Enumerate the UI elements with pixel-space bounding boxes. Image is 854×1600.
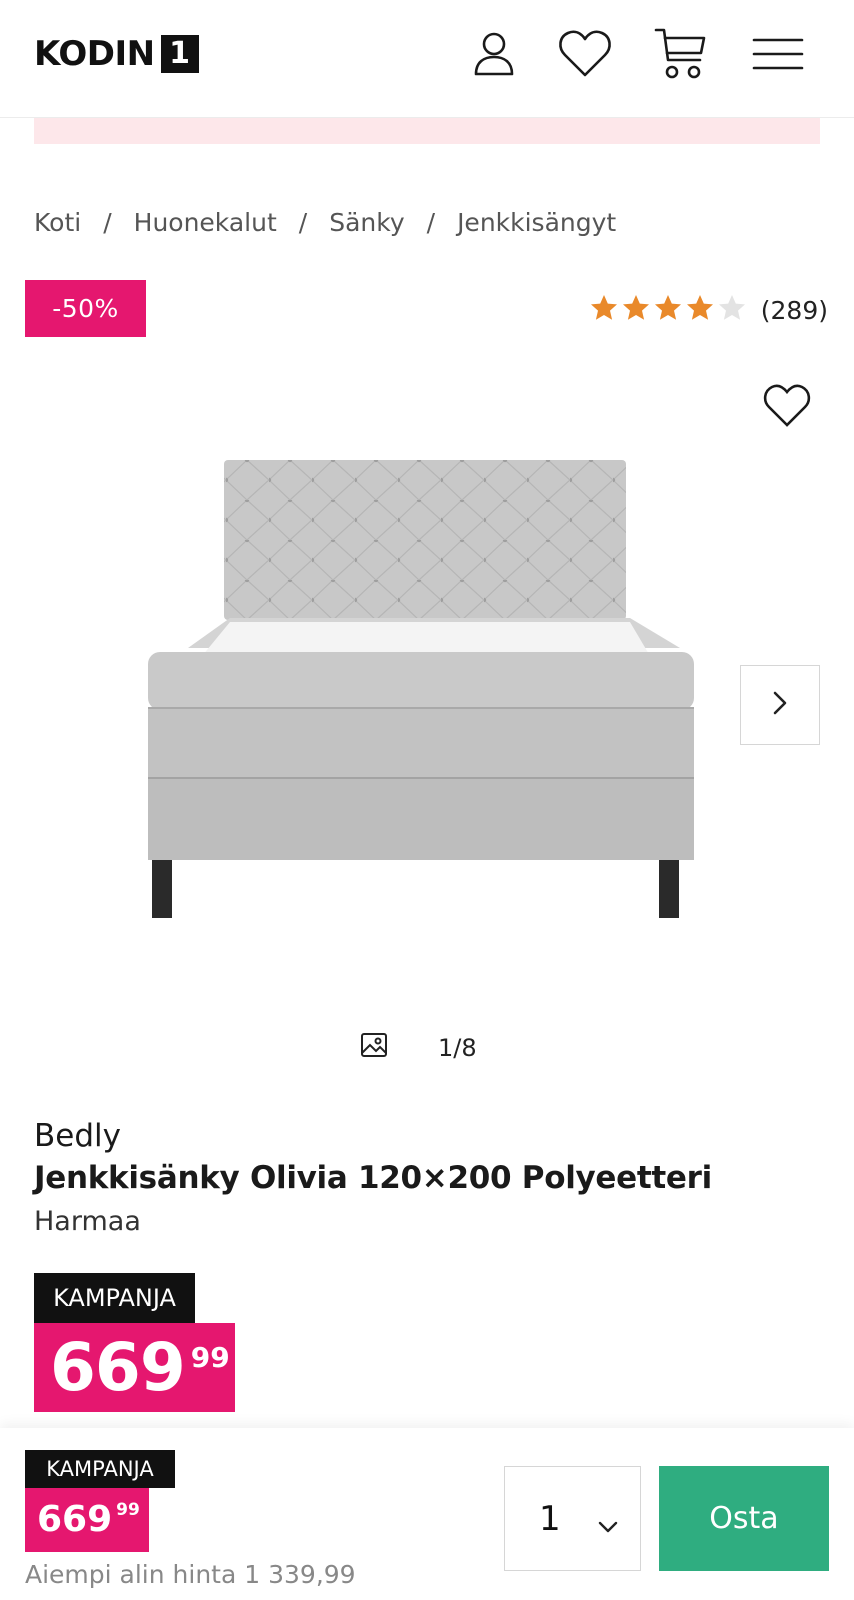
heart-icon	[557, 29, 613, 83]
quantity-value: 1	[539, 1498, 561, 1539]
price-box: 669 99	[34, 1323, 235, 1412]
rating[interactable]: (289)	[589, 290, 828, 330]
sticky-price-box: 669 99	[25, 1488, 149, 1552]
promo-strip[interactable]	[34, 118, 820, 144]
image-counter: 1/8	[360, 1030, 477, 1066]
logo-text: KODIN	[34, 34, 155, 74]
cart-button[interactable]	[652, 28, 708, 84]
breadcrumb: Koti / Huonekalut / Sänky / Jenkkisängyt	[34, 204, 616, 240]
breadcrumb-separator: /	[426, 207, 436, 237]
heart-icon	[761, 383, 813, 433]
sticky-price-decimals: 99	[116, 1500, 140, 1520]
sticky-buy-bar: KAMPANJA 669 99 Aiempi alin hinta 1 339,…	[0, 1428, 854, 1600]
product-title: Jenkkisänky Olivia 120×200 Polyeetteri	[34, 1160, 712, 1196]
chevron-right-icon	[768, 688, 792, 722]
sticky-price-main: 669	[37, 1499, 113, 1540]
breadcrumb-item-jenkkisangyt[interactable]: Jenkkisängyt	[457, 208, 616, 237]
wishlist-button[interactable]	[557, 28, 613, 84]
lowest-price-note: Aiempi alin hinta 1 339,99	[25, 1560, 356, 1589]
quantity-select[interactable]: 1	[504, 1466, 641, 1571]
logo-box: 1	[160, 35, 199, 73]
price-decimals: 99	[190, 1341, 230, 1374]
account-button[interactable]	[466, 28, 522, 84]
next-image-button[interactable]	[740, 665, 820, 745]
product-page: KODIN 1 Koti / Huonekalut / Sänky / Jenk…	[0, 0, 854, 1600]
logo[interactable]: KODIN 1	[34, 34, 199, 74]
product-image[interactable]	[140, 460, 720, 940]
star-empty-icon	[717, 293, 747, 327]
breadcrumb-separator: /	[103, 207, 112, 237]
site-header: KODIN 1	[0, 0, 854, 118]
add-to-wishlist-button[interactable]	[756, 380, 818, 436]
cart-icon	[652, 26, 708, 86]
product-brand[interactable]: Bedly	[34, 1118, 121, 1154]
image-counter-text: 1/8	[438, 1034, 477, 1062]
rating-stars	[589, 293, 747, 327]
menu-button[interactable]	[750, 28, 806, 84]
breadcrumb-item-sanky[interactable]: Sänky	[329, 208, 404, 237]
star-filled-icon	[685, 293, 715, 327]
breadcrumb-item-koti[interactable]: Koti	[34, 208, 81, 237]
product-color: Harmaa	[34, 1206, 141, 1237]
image-icon	[360, 1031, 388, 1065]
menu-icon	[751, 34, 805, 78]
price-main: 669	[50, 1329, 186, 1406]
star-filled-icon	[589, 293, 619, 327]
breadcrumb-item-huonekalut[interactable]: Huonekalut	[134, 208, 277, 237]
discount-badge: -50%	[25, 280, 146, 337]
user-icon	[472, 30, 516, 82]
star-filled-icon	[653, 293, 683, 327]
rating-count: (289)	[760, 295, 828, 325]
breadcrumb-separator: /	[298, 207, 308, 237]
campaign-tag: KAMPANJA	[34, 1273, 195, 1323]
sticky-campaign-tag: KAMPANJA	[25, 1450, 175, 1488]
buy-button[interactable]: Osta	[659, 1466, 829, 1571]
star-filled-icon	[621, 293, 651, 327]
